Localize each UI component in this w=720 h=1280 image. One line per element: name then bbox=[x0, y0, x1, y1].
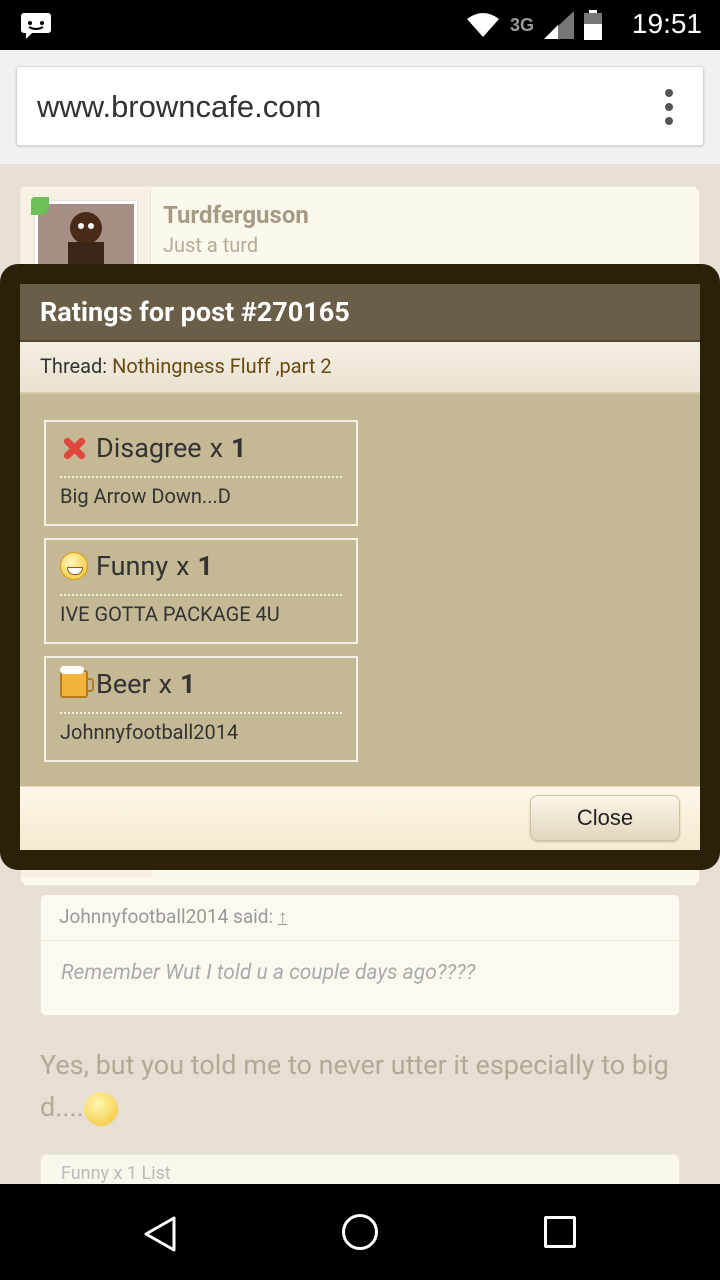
chat-bubble-icon bbox=[20, 12, 52, 40]
quote-block: Johnnyfootball2014 said: ↑ Remember Wut … bbox=[40, 894, 680, 1016]
thread-link[interactable]: Nothingness Fluff ,part 2 bbox=[112, 354, 332, 378]
post-body-text: Yes, but you told me to never utter it e… bbox=[40, 1049, 669, 1123]
post-username[interactable]: Turdferguson bbox=[163, 201, 309, 229]
rating-header: Funny x 1 bbox=[60, 550, 213, 582]
rating-x: x bbox=[158, 668, 173, 700]
post-body: Yes, but you told me to never utter it e… bbox=[40, 1044, 680, 1128]
rating-item-funny: Funny x 1 IVE GOTTA PACKAGE 4U bbox=[44, 538, 358, 644]
dialog-footer: Close bbox=[20, 786, 700, 850]
dialog-thread-info: Thread: Nothingness Fluff ,part 2 bbox=[20, 342, 700, 394]
rating-item-beer: Beer x 1 Johnnyfootball2014 bbox=[44, 656, 358, 762]
rating-user-link[interactable]: Big Arrow Down...D bbox=[60, 484, 231, 508]
rating-name: Beer bbox=[96, 668, 151, 700]
avatar[interactable] bbox=[35, 201, 137, 271]
rating-item-disagree: Disagree x 1 Big Arrow Down...D bbox=[44, 420, 358, 526]
rating-name: Disagree bbox=[96, 432, 202, 464]
url-bar[interactable]: www.browncafe.com bbox=[16, 66, 704, 146]
online-indicator bbox=[31, 197, 49, 215]
rating-count: 1 bbox=[180, 668, 196, 700]
wink-smiley-icon bbox=[83, 1091, 118, 1126]
rating-user-link[interactable]: Johnnyfootball2014 bbox=[60, 720, 238, 744]
user-title: Just a turd bbox=[163, 233, 259, 257]
status-icons: 3G bbox=[466, 10, 602, 40]
ratings-dialog: Ratings for post #270165 Thread: Nothing… bbox=[20, 284, 700, 850]
divider bbox=[60, 594, 342, 596]
signal-icon bbox=[544, 11, 574, 39]
browser-toolbar: www.browncafe.com bbox=[0, 50, 720, 164]
rating-header: Beer x 1 bbox=[60, 666, 196, 700]
quote-text: Remember Wut I told u a couple days ago?… bbox=[61, 961, 476, 985]
dialog-title: Ratings for post #270165 bbox=[20, 284, 700, 342]
overflow-menu-icon[interactable] bbox=[665, 89, 673, 125]
clock: 19:51 bbox=[631, 8, 702, 39]
status-bar: 3G 19:51 bbox=[0, 0, 720, 50]
url-text[interactable]: www.browncafe.com bbox=[37, 89, 321, 125]
funny-smiley-icon bbox=[60, 552, 88, 580]
rating-header: Disagree x 1 bbox=[60, 432, 247, 464]
navigation-bar bbox=[0, 1184, 720, 1280]
rating-user-link[interactable]: IVE GOTTA PACKAGE 4U bbox=[60, 602, 280, 626]
rating-x: x bbox=[176, 550, 190, 582]
quote-jump-link[interactable]: ↑ bbox=[278, 905, 288, 928]
disagree-x-icon bbox=[60, 434, 88, 462]
ratings-overlay: Ratings for post #270165 Thread: Nothing… bbox=[0, 264, 720, 870]
beer-mug-icon bbox=[60, 666, 94, 698]
recent-apps-icon[interactable] bbox=[544, 1216, 576, 1248]
rating-x: x bbox=[209, 432, 224, 464]
quote-header: Johnnyfootball2014 said: ↑ bbox=[41, 895, 679, 941]
rating-count: 1 bbox=[197, 550, 214, 582]
close-button[interactable]: Close bbox=[530, 795, 680, 841]
divider bbox=[60, 476, 342, 478]
divider bbox=[60, 712, 342, 714]
rating-name: Funny bbox=[96, 550, 169, 582]
thread-label: Thread: bbox=[40, 354, 108, 378]
network-type: 3G bbox=[509, 14, 534, 35]
back-icon[interactable] bbox=[140, 1214, 180, 1254]
quote-author: Johnnyfootball2014 said: bbox=[59, 905, 274, 928]
wifi-icon bbox=[466, 13, 499, 37]
battery-icon bbox=[584, 10, 602, 40]
home-icon[interactable] bbox=[342, 1214, 378, 1250]
rating-count: 1 bbox=[231, 432, 247, 464]
